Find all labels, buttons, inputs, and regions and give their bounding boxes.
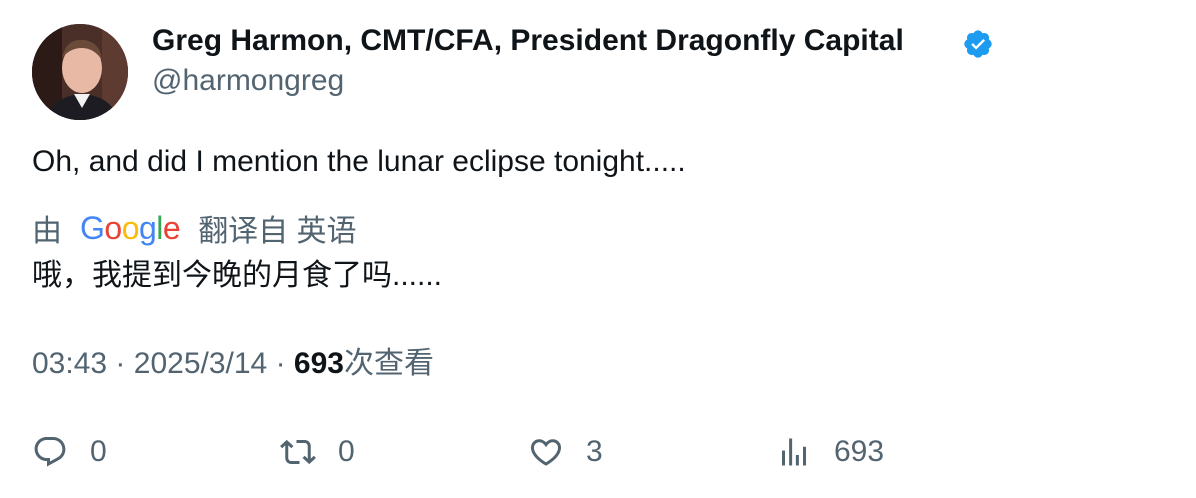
- verified-badge-icon[interactable]: [962, 28, 994, 60]
- tweet-date[interactable]: 2025/3/14: [134, 347, 267, 380]
- retweet-button[interactable]: 0: [280, 432, 355, 472]
- google-logo[interactable]: Google: [80, 206, 181, 250]
- tweet-text: Oh, and did I mention the lunar eclipse …: [32, 145, 686, 178]
- views-count: 693: [293, 347, 344, 380]
- author-name[interactable]: Greg Harmon, CMT/CFA, President Dragonfl…: [152, 22, 904, 60]
- google-logo-letter: l: [156, 210, 163, 246]
- analytics-icon: [782, 438, 806, 466]
- translation-prefix: 由: [32, 215, 62, 248]
- views-button[interactable]: 693: [776, 432, 884, 472]
- reply-button[interactable]: 0: [32, 432, 107, 472]
- meta-separator: ·: [275, 347, 286, 380]
- avatar-photo: [32, 24, 128, 120]
- google-logo-letter: o: [104, 210, 122, 246]
- views-label: 次查看: [343, 347, 434, 380]
- google-logo-letter: o: [121, 210, 140, 246]
- like-count: 3: [586, 435, 603, 468]
- google-logo-letter: g: [138, 210, 157, 246]
- google-logo-letter: G: [80, 210, 105, 246]
- author-handle[interactable]: @harmongreg: [152, 62, 344, 100]
- heart-icon: [530, 439, 562, 466]
- retweet-count: 0: [338, 435, 355, 468]
- views-action-count: 693: [834, 435, 885, 468]
- reply-icon: [34, 437, 66, 467]
- translation-suffix: 翻译自 英语: [198, 215, 357, 248]
- google-logo-letter: e: [162, 210, 181, 246]
- like-button[interactable]: 3: [528, 432, 603, 472]
- translated-text: 哦，我提到今晚的月食了吗......: [32, 259, 443, 292]
- retweet-icon: [280, 439, 316, 465]
- avatar[interactable]: [32, 24, 128, 120]
- meta-separator: ·: [115, 347, 126, 380]
- tweet-meta: 03:43 · 2025/3/14 · 693次查看: [32, 344, 434, 384]
- tweet-time[interactable]: 03:43: [32, 347, 107, 380]
- reply-count: 0: [90, 435, 107, 468]
- translation-attribution: 由 Google 翻译自 英语: [32, 206, 357, 250]
